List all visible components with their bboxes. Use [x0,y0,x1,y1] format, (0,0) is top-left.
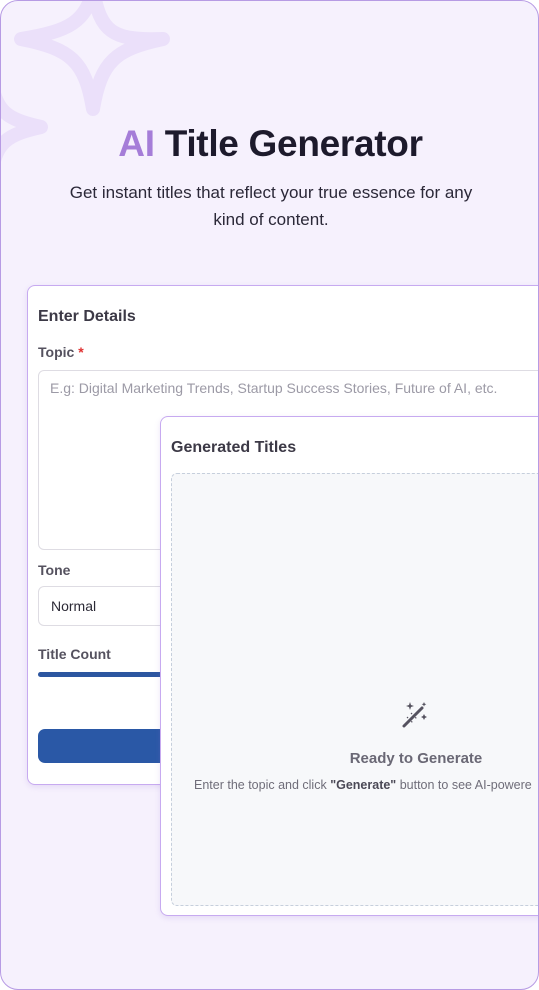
topic-label-text: Topic [38,344,75,360]
tone-label: Tone [38,562,71,578]
app-frame: AI Title Generator Get instant titles th… [0,0,539,990]
page-title: AI Title Generator [1,123,538,165]
generated-titles-card: Generated Titles Ready to Generate Enter… [160,416,538,916]
generate-hint-text: Enter the topic and click "Generate" but… [194,778,532,792]
generated-titles-heading: Generated Titles [171,439,297,456]
generated-titles-empty-state: Ready to Generate Enter the topic and cl… [171,473,538,906]
magic-wand-icon [402,702,427,728]
topic-placeholder: E.g: Digital Marketing Trends, Startup S… [50,380,498,396]
topic-label: Topic * [38,344,84,360]
title-count-slider-fill [38,672,163,677]
tone-selected-value: Normal [51,598,97,614]
title-count-label: Title Count [38,646,111,662]
hint-generate-keyword: "Generate" [330,778,397,792]
hint-suffix: button to see AI-powere [396,778,532,792]
hint-prefix: Enter the topic and click [194,778,331,792]
ready-to-generate-heading: Ready to Generate [349,750,483,767]
page-title-rest: Title Generator [164,123,423,164]
required-asterisk: * [78,344,84,360]
page-subtitle: Get instant titles that reflect your tru… [69,183,473,229]
enter-details-heading: Enter Details [38,308,136,325]
decorative-sparkle-shapes [1,1,170,163]
page-title-accent: AI [118,123,155,164]
